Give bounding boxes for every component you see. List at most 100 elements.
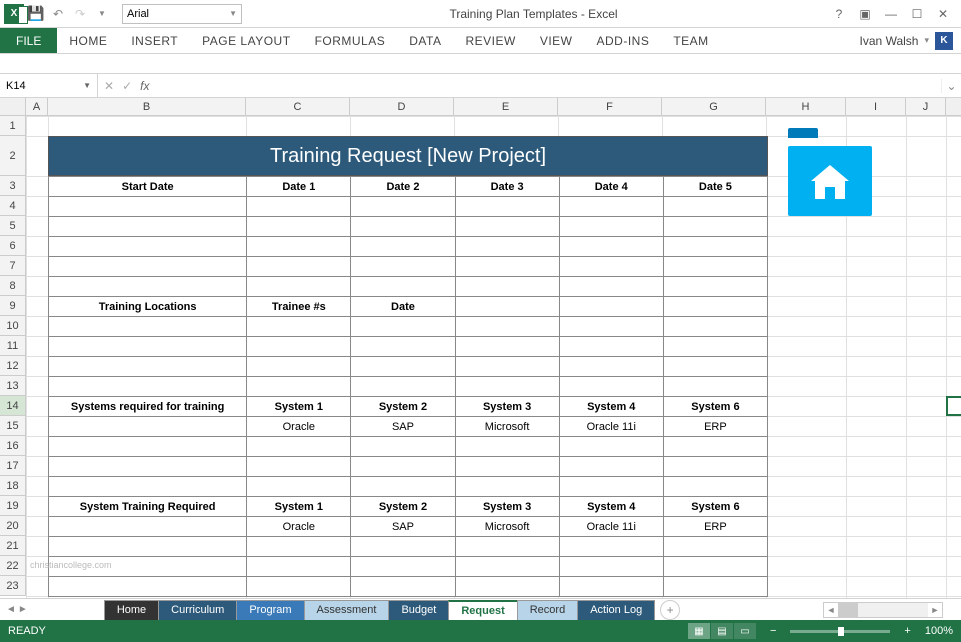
table-cell[interactable] <box>559 377 663 397</box>
table-cell[interactable] <box>559 437 663 457</box>
table-cell[interactable] <box>559 537 663 557</box>
table-header-cell[interactable]: System 2 <box>351 397 455 417</box>
table-header-cell[interactable]: System 3 <box>455 397 559 417</box>
ribbon-tab-team[interactable]: TEAM <box>661 28 720 53</box>
table-cell[interactable] <box>49 277 247 297</box>
table-cell[interactable] <box>351 477 455 497</box>
row-header[interactable]: 1 <box>0 116 26 136</box>
row-header[interactable]: 16 <box>0 436 26 456</box>
scroll-thumb[interactable] <box>838 603 858 617</box>
table-cell[interactable] <box>559 197 663 217</box>
table-header-cell[interactable]: System 6 <box>663 397 767 417</box>
table-cell[interactable]: Microsoft <box>455 417 559 437</box>
zoom-out-button[interactable]: − <box>766 625 780 637</box>
table-header-cell[interactable] <box>455 297 559 317</box>
table-cell[interactable] <box>455 357 559 377</box>
table-header-cell[interactable]: Systems required for training <box>49 397 247 417</box>
table-cell[interactable] <box>455 257 559 277</box>
table-cell[interactable] <box>663 337 767 357</box>
table-cell[interactable] <box>351 217 455 237</box>
table-header-cell[interactable] <box>559 297 663 317</box>
table-cell[interactable] <box>351 537 455 557</box>
table-cell[interactable] <box>455 537 559 557</box>
table-header-cell[interactable] <box>663 297 767 317</box>
row-header[interactable]: 18 <box>0 476 26 496</box>
row-header[interactable]: 12 <box>0 356 26 376</box>
file-tab[interactable]: FILE <box>0 28 57 53</box>
sheet-tab-record[interactable]: Record <box>517 600 578 620</box>
table-cell[interactable]: Oracle <box>247 517 351 537</box>
table-header-cell[interactable]: System 1 <box>247 497 351 517</box>
ribbon-tab-view[interactable]: VIEW <box>528 28 585 53</box>
scroll-track[interactable] <box>838 603 928 617</box>
table-header-cell[interactable]: Date 3 <box>455 177 559 197</box>
table-cell[interactable] <box>49 417 247 437</box>
column-header[interactable]: A <box>26 98 48 115</box>
row-header[interactable]: 11 <box>0 336 26 356</box>
table-cell[interactable] <box>49 357 247 377</box>
maximize-icon[interactable]: ☐ <box>907 4 927 24</box>
table-header-cell[interactable]: System 2 <box>351 497 455 517</box>
sheet-nav-prev-icon[interactable]: ◄ <box>6 604 16 615</box>
table-header-cell[interactable]: System Training Required <box>49 497 247 517</box>
table-cell[interactable] <box>455 377 559 397</box>
help-icon[interactable]: ? <box>829 4 849 24</box>
table-cell[interactable] <box>663 557 767 577</box>
column-header[interactable]: G <box>662 98 766 115</box>
table-cell[interactable] <box>559 217 663 237</box>
row-header[interactable]: 17 <box>0 456 26 476</box>
table-cell[interactable] <box>247 577 351 597</box>
add-sheet-button[interactable]: + <box>660 600 680 620</box>
horizontal-scrollbar[interactable]: ◄ ► <box>823 602 943 618</box>
row-header[interactable]: 5 <box>0 216 26 236</box>
table-cell[interactable] <box>247 337 351 357</box>
row-header[interactable]: 9 <box>0 296 26 316</box>
row-header[interactable]: 20 <box>0 516 26 536</box>
table-cell[interactable] <box>663 237 767 257</box>
table-cell[interactable] <box>663 377 767 397</box>
table-cell[interactable] <box>49 537 247 557</box>
table-cell[interactable] <box>351 577 455 597</box>
row-header[interactable]: 6 <box>0 236 26 256</box>
table-cell[interactable] <box>351 197 455 217</box>
table-header-cell[interactable]: Date 1 <box>247 177 351 197</box>
ribbon-tab-review[interactable]: REVIEW <box>453 28 527 53</box>
zoom-in-button[interactable]: + <box>900 625 914 637</box>
table-cell[interactable] <box>455 577 559 597</box>
table-header-cell[interactable]: Date 4 <box>559 177 663 197</box>
row-header[interactable]: 8 <box>0 276 26 296</box>
table-cell[interactable] <box>247 557 351 577</box>
table-cell[interactable]: Oracle 11i <box>559 517 663 537</box>
table-cell[interactable] <box>49 197 247 217</box>
row-header[interactable]: 7 <box>0 256 26 276</box>
normal-view-icon[interactable]: ▦ <box>688 623 710 639</box>
table-cell[interactable] <box>559 237 663 257</box>
grid-body[interactable]: Training Request [New Project] Start Dat… <box>26 116 961 598</box>
zoom-slider[interactable] <box>790 630 890 633</box>
table-cell[interactable] <box>49 377 247 397</box>
sheet-tab-home[interactable]: Home <box>104 600 159 620</box>
ribbon-tab-insert[interactable]: INSERT <box>119 28 190 53</box>
table-cell[interactable] <box>455 217 559 237</box>
table-cell[interactable] <box>663 317 767 337</box>
table-cell[interactable] <box>559 277 663 297</box>
table-cell[interactable] <box>49 517 247 537</box>
table-cell[interactable] <box>559 337 663 357</box>
table-cell[interactable] <box>247 477 351 497</box>
table-cell[interactable] <box>559 477 663 497</box>
ribbon-tab-data[interactable]: DATA <box>397 28 453 53</box>
font-name-select[interactable]: Arial ▼ <box>122 4 242 24</box>
table-cell[interactable] <box>559 357 663 377</box>
table-cell[interactable]: Oracle 11i <box>559 417 663 437</box>
table-cell[interactable] <box>559 317 663 337</box>
table-cell[interactable] <box>351 557 455 577</box>
page-layout-view-icon[interactable]: ▤ <box>711 623 733 639</box>
row-header[interactable]: 4 <box>0 196 26 216</box>
row-header[interactable]: 21 <box>0 536 26 556</box>
row-header[interactable]: 10 <box>0 316 26 336</box>
table-header-cell[interactable]: System 4 <box>559 497 663 517</box>
sheet-tab-budget[interactable]: Budget <box>388 600 449 620</box>
column-header[interactable]: E <box>454 98 558 115</box>
row-header[interactable]: 22 <box>0 556 26 576</box>
table-cell[interactable] <box>49 217 247 237</box>
